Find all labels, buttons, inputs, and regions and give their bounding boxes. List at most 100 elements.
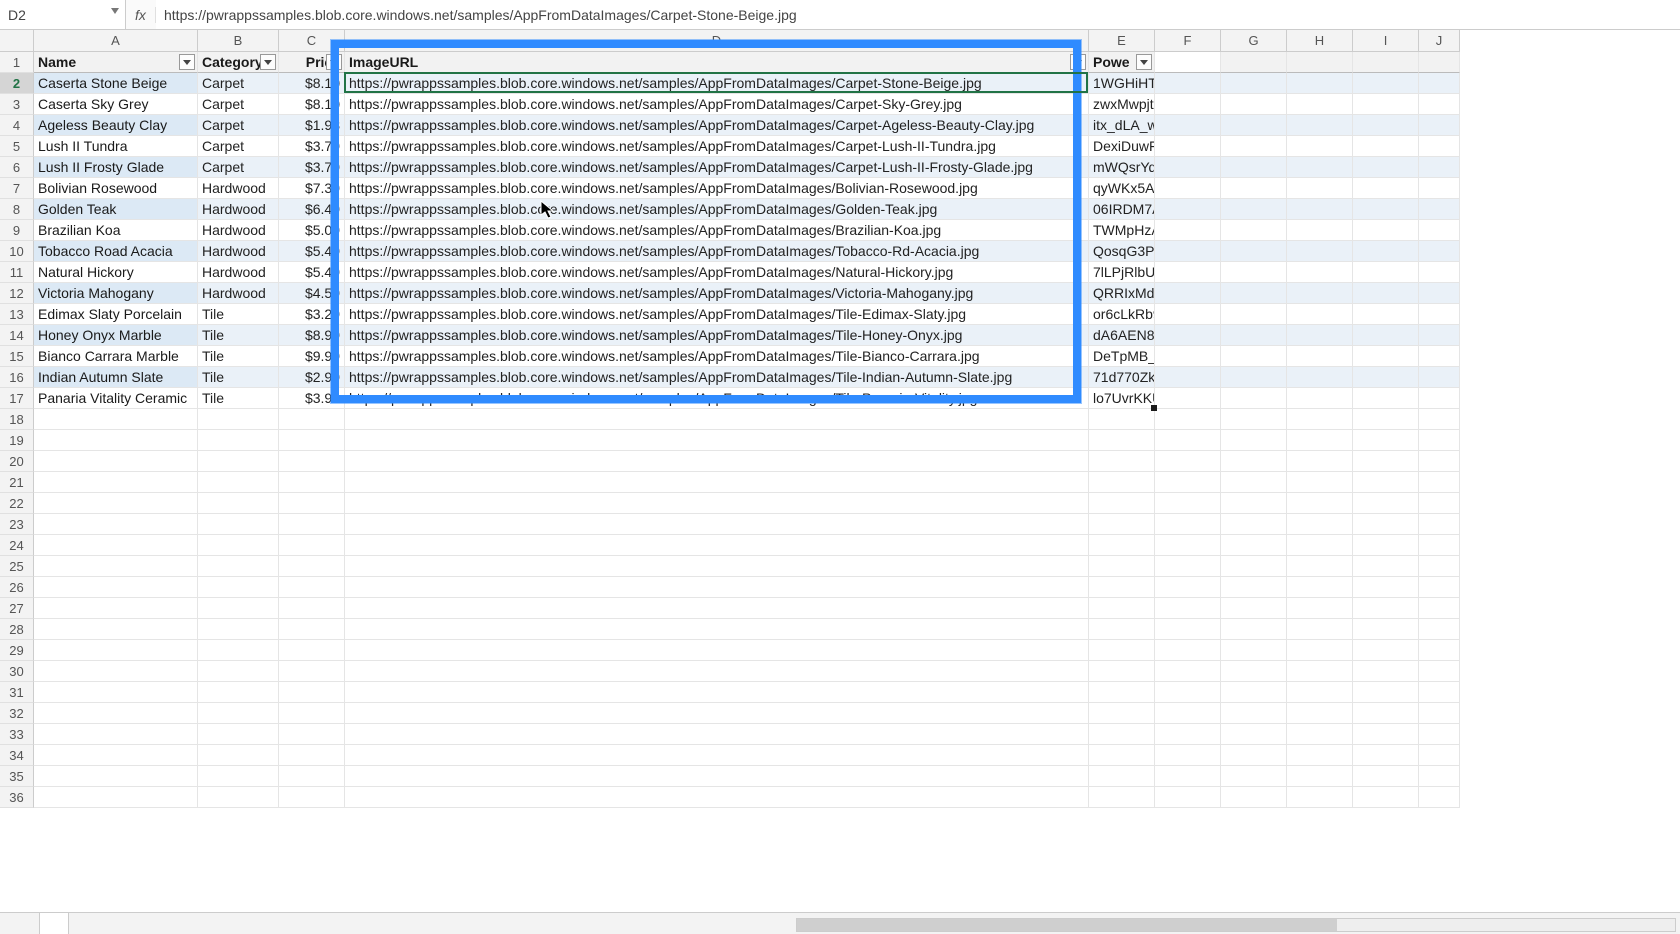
cell-G19[interactable] bbox=[1221, 430, 1287, 451]
cell-F28[interactable] bbox=[1155, 619, 1221, 640]
cell-B29[interactable] bbox=[198, 640, 279, 661]
cell-C27[interactable] bbox=[279, 598, 345, 619]
cell-C12[interactable]: $4.59 bbox=[279, 283, 345, 304]
cell-J1[interactable] bbox=[1419, 52, 1460, 73]
cell-A29[interactable] bbox=[34, 640, 198, 661]
cell-A24[interactable] bbox=[34, 535, 198, 556]
column-header-A[interactable]: A bbox=[34, 30, 198, 52]
cell-B35[interactable] bbox=[198, 766, 279, 787]
cell-B11[interactable]: Hardwood bbox=[198, 262, 279, 283]
cell-E3[interactable]: zwxMwpjtF4 bbox=[1089, 94, 1155, 115]
cell-C25[interactable] bbox=[279, 556, 345, 577]
cell-G27[interactable] bbox=[1221, 598, 1287, 619]
cell-B21[interactable] bbox=[198, 472, 279, 493]
cell-G21[interactable] bbox=[1221, 472, 1287, 493]
cell-F34[interactable] bbox=[1155, 745, 1221, 766]
cell-F4[interactable] bbox=[1155, 115, 1221, 136]
filter-button-C[interactable] bbox=[326, 54, 342, 70]
cell-G20[interactable] bbox=[1221, 451, 1287, 472]
cell-H22[interactable] bbox=[1287, 493, 1353, 514]
row-header-16[interactable]: 16 bbox=[0, 367, 34, 388]
cell-E20[interactable] bbox=[1089, 451, 1155, 472]
cell-B1[interactable]: Category bbox=[198, 52, 279, 73]
cell-J27[interactable] bbox=[1419, 598, 1460, 619]
cell-D8[interactable]: https://pwrappssamples.blob.core.windows… bbox=[345, 199, 1089, 220]
cell-E17[interactable]: lo7UvrKKU bbox=[1089, 388, 1155, 409]
cell-C17[interactable]: $3.99 bbox=[279, 388, 345, 409]
cell-J12[interactable] bbox=[1419, 283, 1460, 304]
cell-A35[interactable] bbox=[34, 766, 198, 787]
cell-H27[interactable] bbox=[1287, 598, 1353, 619]
row-header-22[interactable]: 22 bbox=[0, 493, 34, 514]
cell-G31[interactable] bbox=[1221, 682, 1287, 703]
cell-C7[interactable]: $7.39 bbox=[279, 178, 345, 199]
cell-H10[interactable] bbox=[1287, 241, 1353, 262]
cell-I9[interactable] bbox=[1353, 220, 1419, 241]
cell-G1[interactable] bbox=[1221, 52, 1287, 73]
cell-F3[interactable] bbox=[1155, 94, 1221, 115]
cell-A15[interactable]: Bianco Carrara Marble bbox=[34, 346, 198, 367]
cell-H34[interactable] bbox=[1287, 745, 1353, 766]
cell-D15[interactable]: https://pwrappssamples.blob.core.windows… bbox=[345, 346, 1089, 367]
cell-H21[interactable] bbox=[1287, 472, 1353, 493]
row-header-29[interactable]: 29 bbox=[0, 640, 34, 661]
cell-B32[interactable] bbox=[198, 703, 279, 724]
cell-G22[interactable] bbox=[1221, 493, 1287, 514]
cell-D18[interactable] bbox=[345, 409, 1089, 430]
formula-input[interactable]: https://pwrappssamples.blob.core.windows… bbox=[156, 0, 1680, 29]
cell-J30[interactable] bbox=[1419, 661, 1460, 682]
cell-A36[interactable] bbox=[34, 787, 198, 808]
cell-H20[interactable] bbox=[1287, 451, 1353, 472]
cell-J24[interactable] bbox=[1419, 535, 1460, 556]
cell-J18[interactable] bbox=[1419, 409, 1460, 430]
cell-E10[interactable]: QosqG3PMTc bbox=[1089, 241, 1155, 262]
cell-C4[interactable]: $1.98 bbox=[279, 115, 345, 136]
cell-E5[interactable]: DexiDuwFzU bbox=[1089, 136, 1155, 157]
cell-A1[interactable]: Name bbox=[34, 52, 198, 73]
horizontal-scrollbar-thumb[interactable] bbox=[797, 919, 1337, 931]
cell-I20[interactable] bbox=[1353, 451, 1419, 472]
cell-C19[interactable] bbox=[279, 430, 345, 451]
cell-C36[interactable] bbox=[279, 787, 345, 808]
name-box[interactable]: D2 bbox=[0, 0, 126, 29]
cell-D24[interactable] bbox=[345, 535, 1089, 556]
cell-I5[interactable] bbox=[1353, 136, 1419, 157]
cell-F21[interactable] bbox=[1155, 472, 1221, 493]
cell-C32[interactable] bbox=[279, 703, 345, 724]
cell-B22[interactable] bbox=[198, 493, 279, 514]
cell-A9[interactable]: Brazilian Koa bbox=[34, 220, 198, 241]
cell-E15[interactable]: DeTpMB_hWs bbox=[1089, 346, 1155, 367]
cell-F15[interactable] bbox=[1155, 346, 1221, 367]
row-header-1[interactable]: 1 bbox=[0, 52, 34, 73]
cell-B33[interactable] bbox=[198, 724, 279, 745]
cell-I36[interactable] bbox=[1353, 787, 1419, 808]
cell-B16[interactable]: Tile bbox=[198, 367, 279, 388]
cell-J33[interactable] bbox=[1419, 724, 1460, 745]
cell-C16[interactable]: $2.99 bbox=[279, 367, 345, 388]
cell-D5[interactable]: https://pwrappssamples.blob.core.windows… bbox=[345, 136, 1089, 157]
row-header-5[interactable]: 5 bbox=[0, 136, 34, 157]
cell-H15[interactable] bbox=[1287, 346, 1353, 367]
cell-G25[interactable] bbox=[1221, 556, 1287, 577]
cell-B13[interactable]: Tile bbox=[198, 304, 279, 325]
cell-E14[interactable]: dA6AEN8to bbox=[1089, 325, 1155, 346]
cell-G3[interactable] bbox=[1221, 94, 1287, 115]
cell-B34[interactable] bbox=[198, 745, 279, 766]
cell-F19[interactable] bbox=[1155, 430, 1221, 451]
sheet-tab[interactable] bbox=[40, 913, 69, 934]
cell-H24[interactable] bbox=[1287, 535, 1353, 556]
cell-E22[interactable] bbox=[1089, 493, 1155, 514]
cell-I10[interactable] bbox=[1353, 241, 1419, 262]
cell-H9[interactable] bbox=[1287, 220, 1353, 241]
cell-I34[interactable] bbox=[1353, 745, 1419, 766]
cell-G8[interactable] bbox=[1221, 199, 1287, 220]
cell-J2[interactable] bbox=[1419, 73, 1460, 94]
cell-H26[interactable] bbox=[1287, 577, 1353, 598]
cell-G15[interactable] bbox=[1221, 346, 1287, 367]
row-header-7[interactable]: 7 bbox=[0, 178, 34, 199]
cell-G18[interactable] bbox=[1221, 409, 1287, 430]
cell-I11[interactable] bbox=[1353, 262, 1419, 283]
row-header-25[interactable]: 25 bbox=[0, 556, 34, 577]
cell-B30[interactable] bbox=[198, 661, 279, 682]
cell-B31[interactable] bbox=[198, 682, 279, 703]
